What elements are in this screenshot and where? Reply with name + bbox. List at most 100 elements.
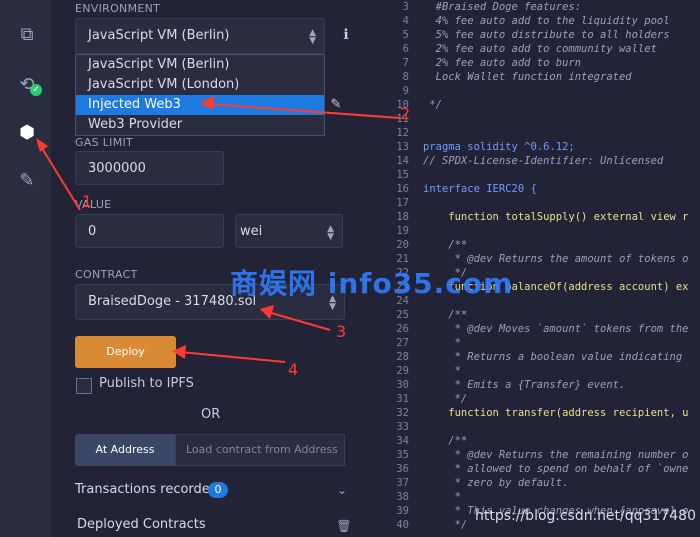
code-line: * Returns a boolean value indicating [423, 351, 683, 363]
line-number: 18 [396, 211, 409, 223]
dropdown-option[interactable]: JavaScript VM (Berlin) [76, 55, 324, 75]
line-number: 36 [396, 463, 409, 475]
line-number: 34 [396, 435, 409, 447]
publish-ipfs-label: Publish to IPFS [99, 376, 194, 391]
gas-limit-label: GAS LIMIT [75, 136, 134, 149]
publish-ipfs-checkbox[interactable] [76, 378, 92, 394]
edit-icon[interactable]: ✎ [325, 94, 347, 116]
code-line: * [423, 491, 461, 503]
load-address-placeholder: Load contract from Address [186, 443, 338, 456]
line-number: 14 [396, 155, 409, 167]
deployed-contracts-label: Deployed Contracts [77, 517, 206, 532]
environment-select[interactable]: JavaScript VM (Berlin) ▲ ▼ [75, 18, 325, 54]
chevron-down-icon[interactable]: ⌄ [331, 479, 353, 501]
annotation-2: 2 [400, 104, 411, 123]
value-unit-select[interactable]: wei ▲ ▼ [235, 214, 343, 248]
code-line: * zero by default. [423, 477, 569, 489]
line-number: 40 [396, 519, 409, 531]
dropdown-option[interactable]: Web3 Provider [76, 115, 324, 135]
value-unit: wei [240, 224, 263, 239]
code-line: /** [423, 239, 468, 251]
code-line: 5% fee auto distribute to all holders [423, 29, 670, 41]
line-number: 26 [396, 323, 409, 335]
line-number: 17 [396, 197, 409, 209]
line-number: 39 [396, 505, 409, 517]
environment-selected: JavaScript VM (Berlin) [88, 28, 230, 43]
code-line: 2% fee auto add to community wallet [423, 43, 657, 55]
environment-dropdown[interactable]: JavaScript VM (Berlin) JavaScript VM (Lo… [75, 54, 325, 136]
code-line: 4% fee auto add to the liquidity pool [423, 15, 670, 27]
watermark-text: 商娱网 info35.com [230, 267, 514, 300]
line-number: 30 [396, 379, 409, 391]
line-number: 33 [396, 421, 409, 433]
line-number: 4 [402, 15, 409, 27]
code-line: * allowed to spend on behalf of `owne [423, 463, 689, 475]
line-number: 15 [396, 169, 409, 181]
dropdown-option[interactable]: JavaScript VM (London) [76, 75, 324, 95]
files-icon[interactable]: ⧉ [16, 24, 38, 46]
line-number: 12 [396, 127, 409, 139]
line-number: 35 [396, 449, 409, 461]
code-line: /** [423, 309, 468, 321]
code-line: function transfer(address recipient, u [423, 407, 689, 419]
code-line: pragma solidity ^0.6.12; [423, 141, 575, 153]
contract-label: CONTRACT [75, 268, 138, 281]
code-line: */ [423, 519, 468, 531]
line-number: 32 [396, 407, 409, 419]
at-address-button[interactable]: At Address [75, 434, 175, 466]
line-number: 31 [396, 393, 409, 405]
dropdown-option-selected[interactable]: Injected Web3 [76, 95, 324, 115]
deploy-icon[interactable]: ⬢ [16, 122, 38, 144]
code-line: #Braised Doge features: [423, 1, 582, 13]
value-label: VALUE [75, 198, 112, 211]
line-number: 8 [402, 71, 409, 83]
trash-icon[interactable]: 🗑 [333, 515, 355, 537]
code-line: // SPDX-License-Identifier: Unlicensed [423, 155, 664, 167]
line-number: 38 [396, 491, 409, 503]
compiler-icon[interactable]: ⟲ ✓ [16, 74, 42, 96]
line-number: 7 [402, 57, 409, 69]
deploy-button[interactable]: Deploy [75, 336, 176, 368]
line-number: 29 [396, 365, 409, 377]
line-number: 5 [402, 29, 409, 41]
line-number: 25 [396, 309, 409, 321]
line-number: 20 [396, 239, 409, 251]
transactions-label: Transactions recorded [75, 482, 219, 497]
code-line: function totalSupply() external view r [423, 211, 689, 223]
value-amount: 0 [88, 224, 97, 239]
code-line: interface IERC20 { [423, 183, 537, 195]
code-line: * Emits a {Transfer} event. [423, 379, 626, 391]
line-number: 3 [402, 1, 409, 13]
line-number: 13 [396, 141, 409, 153]
transactions-badge: 0 [208, 482, 228, 498]
annotation-3: 3 [336, 322, 347, 341]
code-line: */ [423, 393, 468, 405]
line-number: 27 [396, 337, 409, 349]
load-address-input[interactable]: Load contract from Address [175, 434, 345, 466]
line-number: 16 [396, 183, 409, 195]
code-line: Lock Wallet function integrated [423, 71, 632, 83]
unit-arrows-icon: ▲ ▼ [327, 224, 334, 242]
code-line: * [423, 365, 461, 377]
code-line: * [423, 337, 461, 349]
value-input[interactable]: 0 [75, 214, 224, 248]
or-label: OR [201, 407, 221, 422]
plugin-icon[interactable]: ✎ [16, 170, 38, 192]
gas-limit-input[interactable]: 3000000 [75, 151, 224, 185]
line-number: 37 [396, 477, 409, 489]
url-watermark: https://blog.csdn.net/qq317480 [475, 508, 696, 524]
annotation-1: 1 [82, 192, 93, 211]
gas-limit-value: 3000000 [88, 161, 146, 176]
annotation-4: 4 [288, 360, 299, 379]
code-line: * @dev Moves `amount` tokens from the [423, 323, 689, 335]
line-number: 9 [402, 85, 409, 97]
select-arrows-icon: ▲ ▼ [309, 28, 316, 46]
environment-label: ENVIRONMENT [75, 2, 161, 15]
info-icon[interactable]: ℹ [335, 24, 357, 46]
code-line: */ [423, 99, 442, 111]
line-number: 19 [396, 225, 409, 237]
code-line: /** [423, 435, 468, 447]
deploy-label: Deploy [106, 345, 145, 358]
at-address-label: At Address [95, 443, 155, 456]
code-line: 2% fee auto add to burn [423, 57, 582, 69]
